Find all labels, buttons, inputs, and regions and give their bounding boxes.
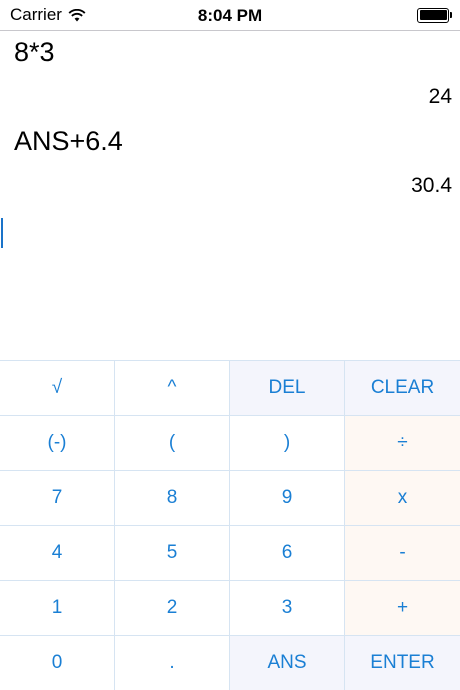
digit-4-key[interactable]: 4 [0, 526, 115, 581]
add-key[interactable]: + [345, 581, 460, 636]
battery-icon [417, 7, 452, 23]
decimal-key[interactable]: . [115, 636, 230, 690]
carrier-label: Carrier [10, 5, 62, 24]
status-left: Carrier [10, 5, 86, 25]
digit-7-key[interactable]: 7 [0, 471, 115, 526]
digit-2-key[interactable]: 2 [115, 581, 230, 636]
keypad: √ ^ DEL CLEAR (-)() ÷ 7 8 9 x 4 5 6- 1 2 3 +0. ANS ENTER [0, 360, 460, 690]
ans-key[interactable]: ANS [230, 636, 345, 690]
open-paren-key[interactable]: ( [115, 416, 230, 471]
delete-key[interactable]: DEL [230, 361, 345, 416]
history-entry: ANS+6.4 30.4 [0, 120, 460, 209]
digit-8-key[interactable]: 8 [115, 471, 230, 526]
status-bar: Carrier [0, 0, 460, 30]
subtract-key[interactable]: - [345, 526, 460, 581]
close-paren-key[interactable]: ) [230, 416, 345, 471]
divide-key[interactable]: ÷ [345, 416, 460, 471]
history-entry: 8*3 24 [0, 31, 460, 120]
digit-0-key[interactable]: 0 [0, 636, 115, 690]
calculator-screen: Carrier 8:04 PM 8*3 24 ANS+6.4 30.4 √ ^ D [0, 0, 460, 690]
enter-key[interactable]: ENTER [345, 636, 460, 690]
history-result: 30.4 [411, 174, 452, 197]
digit-6-key[interactable]: 6 [230, 526, 345, 581]
history-display[interactable]: 8*3 24 ANS+6.4 30.4 [0, 31, 460, 360]
history-expression: ANS+6.4 [14, 126, 123, 156]
power-key[interactable]: ^ [115, 361, 230, 416]
digit-1-key[interactable]: 1 [0, 581, 115, 636]
negate-key[interactable]: (-) [0, 416, 115, 471]
digit-5-key[interactable]: 5 [115, 526, 230, 581]
digit-3-key[interactable]: 3 [230, 581, 345, 636]
history-result: 24 [428, 85, 452, 108]
input-cursor [1, 218, 3, 248]
digit-9-key[interactable]: 9 [230, 471, 345, 526]
sqrt-key[interactable]: √ [0, 361, 115, 416]
wifi-icon [68, 8, 86, 22]
history-expression: 8*3 [14, 37, 55, 67]
multiply-key[interactable]: x [345, 471, 460, 526]
clear-key[interactable]: CLEAR [345, 361, 460, 416]
